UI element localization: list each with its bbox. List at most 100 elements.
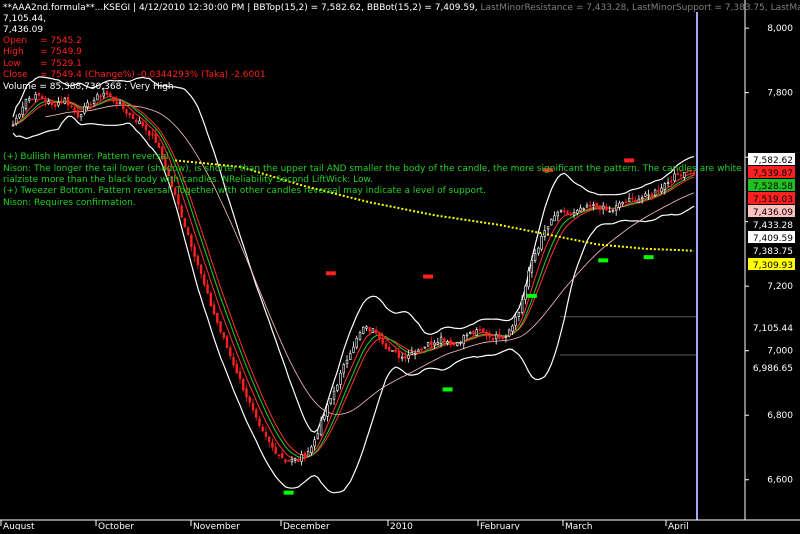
candle-body	[520, 299, 524, 313]
candle-body	[319, 420, 323, 436]
note-line-2: Nison: The longer the tail lower (shadow…	[3, 164, 742, 174]
candle-body	[679, 174, 683, 177]
candle-body	[362, 326, 365, 334]
price-tag-label: 7,383.75	[753, 247, 793, 257]
candle-body	[255, 409, 258, 418]
candle-body	[144, 124, 148, 131]
candle-body	[242, 378, 245, 391]
candle-body	[135, 119, 138, 123]
candle-body	[368, 327, 371, 332]
candlestick-chart[interactable]: 8,0007,8007,6007,4007,2007,0006,8006,600…	[0, 0, 800, 532]
low-label: Low	[3, 59, 21, 69]
candle-body	[446, 341, 449, 344]
candle-body	[355, 337, 358, 348]
candle-body	[647, 194, 650, 197]
candle-body	[73, 107, 76, 112]
candle-body	[293, 458, 297, 461]
candle-body	[449, 339, 452, 346]
candle-body	[537, 247, 540, 254]
candle-body	[326, 404, 329, 417]
candle-body	[89, 103, 93, 106]
candle-body	[267, 436, 271, 443]
candle-body	[598, 205, 602, 210]
candle-body	[644, 193, 647, 197]
candle-body	[456, 342, 459, 346]
candle-body	[105, 91, 109, 96]
candle-body	[469, 332, 472, 334]
candle-body	[258, 418, 261, 426]
candle-body	[297, 460, 300, 463]
candle-body	[407, 354, 410, 359]
candle-body	[261, 426, 264, 432]
candle-body	[374, 329, 378, 334]
price-tag-label: 6,986.65	[753, 364, 793, 374]
candle-body	[76, 110, 80, 118]
candle-body	[595, 202, 598, 207]
x-tick-label: November	[193, 522, 240, 530]
note-line-3: rialziste more than the black body with …	[3, 175, 373, 185]
candle-body	[251, 403, 255, 411]
candle-body	[15, 117, 18, 124]
candle-body	[472, 330, 475, 335]
candle-body	[420, 348, 423, 351]
candle-body	[21, 106, 24, 115]
candle-body	[592, 204, 595, 206]
candle-body	[527, 270, 530, 287]
candle-body	[216, 312, 219, 323]
header-segment-1: LastMinorResistance = 7,433.28, LastMino…	[481, 3, 800, 13]
signal-marker	[442, 387, 453, 392]
open-label: Open	[3, 36, 27, 46]
candle-body	[465, 334, 469, 337]
candle-body	[387, 347, 391, 351]
price-tag-label: 7,582.62	[753, 156, 793, 166]
y-tick-label: 6,600	[767, 476, 793, 486]
candle-body	[546, 226, 550, 230]
candle-body	[601, 205, 605, 210]
candle-body	[397, 350, 401, 358]
y-tick-label: 7,000	[767, 347, 793, 357]
candle-body	[83, 105, 86, 114]
candle-body	[524, 285, 527, 300]
candle-body	[436, 342, 440, 345]
price-tag-label: 7,309.93	[753, 261, 793, 271]
x-tick-label: December	[283, 522, 330, 530]
candle-body	[430, 341, 433, 346]
candle-body	[232, 357, 235, 366]
candle-body	[627, 198, 631, 202]
candle-body	[640, 197, 644, 199]
candle-body	[507, 329, 511, 337]
candle-body	[284, 459, 287, 463]
x-tick-label: 2010	[390, 522, 413, 530]
candle-body	[589, 204, 592, 207]
candle-body	[345, 359, 349, 365]
candle-body	[501, 337, 504, 340]
close-label: Close	[3, 70, 28, 80]
x-tick-label: April	[668, 522, 689, 530]
candle-body	[313, 439, 316, 447]
candle-body	[378, 332, 381, 340]
candle-body	[92, 99, 96, 105]
candle-body	[238, 371, 242, 379]
candle-body	[475, 329, 478, 336]
signal-marker	[624, 158, 635, 163]
candle-body	[138, 120, 141, 124]
candle-body	[673, 173, 676, 182]
x-tick-label: March	[565, 522, 592, 530]
candle-body	[498, 333, 501, 339]
candle-body	[556, 211, 560, 217]
chart-canvas: 8,0007,8007,6007,4007,2007,0006,8006,600…	[0, 0, 800, 532]
candle-body	[485, 331, 488, 337]
candle-body	[342, 364, 345, 374]
candle-body	[157, 142, 161, 148]
candle-body	[225, 336, 229, 349]
candle-body	[274, 447, 277, 454]
header-segment-0: **AAA2nd.formula**...KSEGI | 4/12/2010 1…	[3, 3, 481, 13]
candle-body	[86, 102, 89, 108]
candle-body	[131, 114, 135, 119]
signal-marker	[598, 258, 609, 263]
candle-body	[37, 92, 41, 96]
candle-body	[63, 97, 67, 104]
candle-body	[115, 101, 118, 105]
note-line-4: (+) Tweezer Bottom. Pattern reversal. To…	[3, 186, 486, 196]
candle-body	[109, 93, 112, 97]
